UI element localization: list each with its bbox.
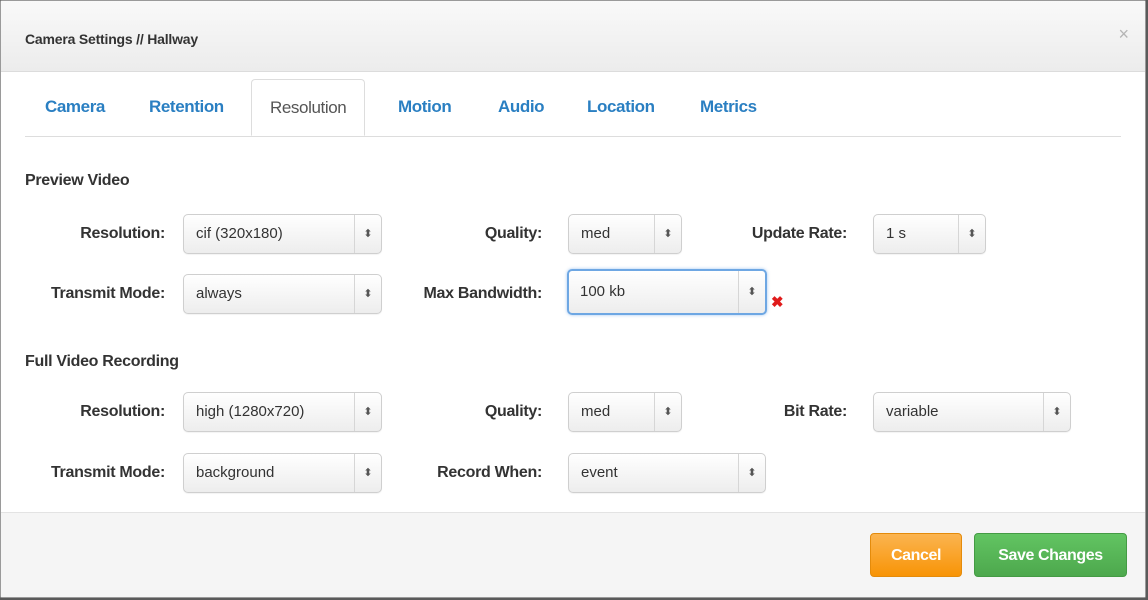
chevron-up-down-icon: ⬍ [354, 275, 381, 313]
full-bit-rate-select[interactable]: variable ⬍ [873, 392, 1071, 432]
preview-transmit-mode-label: Transmit Mode: [50, 285, 165, 302]
full-resolution-value: high (1280x720) [196, 403, 305, 420]
chevron-up-down-icon: ⬍ [738, 454, 765, 492]
preview-quality-select[interactable]: med ⬍ [568, 214, 682, 254]
error-x-icon: ✖ [771, 294, 784, 311]
modal-header: Camera Settings // Hallway × [1, 1, 1145, 72]
preview-max-bandwidth-value: 100 kb [580, 283, 626, 300]
full-record-when-select[interactable]: event ⬍ [568, 453, 766, 493]
section-title-preview-video: Preview Video [25, 172, 130, 189]
section-title-full-video-recording: Full Video Recording [25, 353, 179, 370]
tab-audio[interactable]: Audio [498, 79, 545, 135]
full-transmit-mode-value: background [196, 464, 275, 481]
preview-max-bandwidth-select[interactable]: 100 kb ⬍ [567, 269, 767, 315]
chevron-up-down-icon: ⬍ [738, 271, 765, 313]
tab-metrics[interactable]: Metrics [700, 79, 757, 135]
preview-max-bandwidth-label: Max Bandwidth: [423, 285, 543, 302]
chevron-up-down-icon: ⬍ [958, 215, 985, 253]
full-resolution-select[interactable]: high (1280x720) ⬍ [183, 392, 382, 432]
preview-update-rate-select[interactable]: 1 s ⬍ [873, 214, 986, 254]
full-quality-value: med [581, 403, 611, 420]
full-transmit-mode-select[interactable]: background ⬍ [183, 453, 382, 493]
tab-location[interactable]: Location [587, 79, 655, 135]
chevron-up-down-icon: ⬍ [654, 393, 681, 431]
full-bit-rate-value: variable [886, 403, 939, 420]
preview-quality-label: Quality: [484, 225, 542, 242]
chevron-up-down-icon: ⬍ [354, 393, 381, 431]
chevron-up-down-icon: ⬍ [654, 215, 681, 253]
modal-footer: Cancel Save Changes [1, 512, 1145, 597]
full-resolution-label: Resolution: [80, 403, 165, 420]
camera-settings-modal: Camera Settings // Hallway × Camera Rete… [0, 0, 1146, 598]
close-icon[interactable]: × [1118, 25, 1129, 43]
preview-resolution-value: cif (320x180) [196, 225, 283, 242]
preview-update-rate-value: 1 s [886, 225, 907, 242]
preview-quality-value: med [581, 225, 611, 242]
full-quality-select[interactable]: med ⬍ [568, 392, 682, 432]
preview-transmit-mode-select[interactable]: always ⬍ [183, 274, 382, 314]
full-bit-rate-label: Bit Rate: [783, 403, 847, 420]
tab-camera[interactable]: Camera [45, 79, 105, 135]
preview-update-rate-label: Update Rate: [751, 225, 847, 242]
preview-transmit-mode-value: always [196, 285, 242, 302]
tab-motion[interactable]: Motion [398, 79, 452, 135]
chevron-up-down-icon: ⬍ [354, 215, 381, 253]
full-quality-label: Quality: [484, 403, 542, 420]
modal-title: Camera Settings // Hallway [25, 31, 198, 47]
preview-resolution-label: Resolution: [80, 225, 165, 242]
tab-retention[interactable]: Retention [149, 79, 224, 135]
cancel-button[interactable]: Cancel [870, 533, 962, 577]
tab-bar: Camera Retention Resolution Motion Audio… [25, 79, 1121, 137]
chevron-up-down-icon: ⬍ [1043, 393, 1070, 431]
full-record-when-label: Record When: [437, 464, 542, 481]
full-record-when-value: event [581, 464, 618, 481]
tab-resolution[interactable]: Resolution [251, 79, 366, 136]
preview-resolution-select[interactable]: cif (320x180) ⬍ [183, 214, 382, 254]
chevron-up-down-icon: ⬍ [354, 454, 381, 492]
save-changes-button[interactable]: Save Changes [974, 533, 1127, 577]
full-transmit-mode-label: Transmit Mode: [50, 464, 165, 481]
